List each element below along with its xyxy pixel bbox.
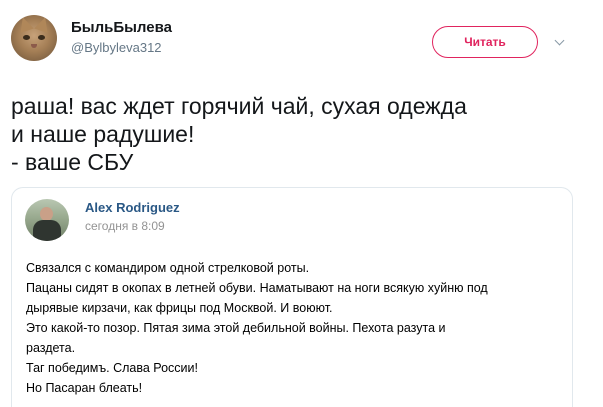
follow-button[interactable]: Читать	[432, 26, 538, 58]
avatar-eye-left	[23, 35, 30, 40]
quoted-post-card[interactable]: Alex Rodriguez сегодня в 8:09 Связался с…	[11, 187, 573, 407]
chevron-down-icon[interactable]	[554, 35, 565, 46]
tweet: БыльБылева @Bylbyleva312 Читать раша! ва…	[0, 0, 603, 407]
avatar-ear-left	[16, 15, 34, 33]
avatar-body	[33, 220, 61, 241]
author-handle[interactable]: @Bylbyleva312	[71, 40, 162, 55]
quoted-text-line: Таг победимъ. Слава России!	[26, 361, 198, 375]
avatar-ear-right	[34, 15, 52, 33]
quoted-text-line: Но Пасаран блеать!	[26, 381, 143, 395]
avatar-eye-right	[38, 35, 45, 40]
quoted-text-line: раздета.	[26, 341, 76, 355]
quoted-text-line: Пацаны сидят в окопах в летней обуви. На…	[26, 281, 488, 295]
avatar-head	[40, 207, 53, 221]
avatar-nose	[31, 44, 37, 48]
quoted-author-name[interactable]: Alex Rodriguez	[85, 200, 180, 215]
quoted-text-line: Это какой-то позор. Пятая зима этой деби…	[26, 321, 446, 335]
tweet-text: раша! вас ждет горячий чай, сухая одежда…	[11, 93, 467, 175]
author-avatar[interactable]	[11, 15, 57, 61]
quoted-author-avatar[interactable]	[25, 199, 69, 241]
quoted-timestamp[interactable]: сегодня в 8:09	[85, 219, 165, 233]
quoted-text-line: Связался с командиром одной стрелковой р…	[26, 261, 310, 275]
quoted-post-text: Связался с командиром одной стрелковой р…	[26, 258, 566, 398]
author-name[interactable]: БыльБылева	[71, 19, 172, 36]
quoted-text-line: дырявые кирзачи, как фрицы под Москвой. …	[26, 301, 333, 315]
